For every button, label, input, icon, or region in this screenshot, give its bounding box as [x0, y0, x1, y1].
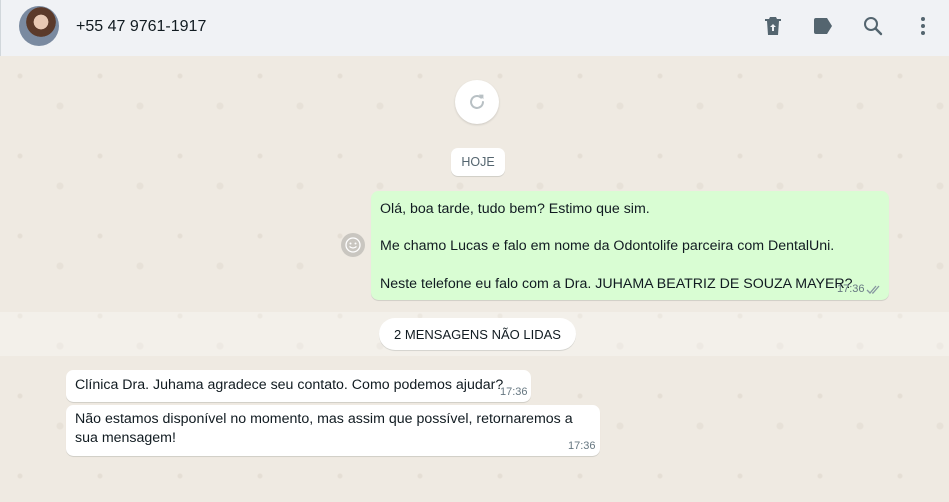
- message-line: Me chamo Lucas e falo em nome da Odontol…: [380, 238, 835, 254]
- message-text: Clínica Dra. Juhama agradece seu contato…: [75, 377, 504, 393]
- refresh-icon: [470, 94, 484, 109]
- label-icon[interactable]: [811, 14, 835, 38]
- menu-icon[interactable]: [911, 14, 935, 38]
- search-icon[interactable]: [861, 14, 885, 38]
- date-divider: HOJE: [451, 148, 505, 176]
- chat-header: +55 47 9761-1917: [0, 0, 949, 56]
- refresh-button[interactable]: [455, 80, 499, 124]
- unread-messages-divider: 2 MENSAGENS NÃO LIDAS: [379, 318, 576, 350]
- double-check-icon: [866, 285, 880, 294]
- outgoing-message[interactable]: Olá, boa tarde, tudo bem? Estimo que sim…: [371, 191, 889, 300]
- react-emoji-button[interactable]: [341, 233, 365, 257]
- chat-panel: HOJE Olá, boa tarde, tudo bem? Estimo qu…: [0, 56, 949, 502]
- message-time: 17:36: [568, 440, 596, 452]
- incoming-message[interactable]: Clínica Dra. Juhama agradece seu contato…: [66, 370, 531, 402]
- contact-avatar[interactable]: [19, 6, 59, 46]
- incoming-message[interactable]: Não estamos disponível no momento, mas a…: [66, 405, 600, 456]
- message-text: Não estamos disponível no momento, mas a…: [75, 411, 573, 446]
- contact-name[interactable]: +55 47 9761-1917: [76, 18, 206, 36]
- message-time: 17:36: [500, 386, 528, 398]
- delete-icon[interactable]: [761, 14, 785, 38]
- message-line: Neste telefone eu falo com a Dra. JUHAMA…: [380, 276, 853, 292]
- smiley-icon: [345, 237, 361, 253]
- message-line: Olá, boa tarde, tudo bem? Estimo que sim…: [380, 201, 650, 217]
- message-time: 17:36: [837, 283, 865, 295]
